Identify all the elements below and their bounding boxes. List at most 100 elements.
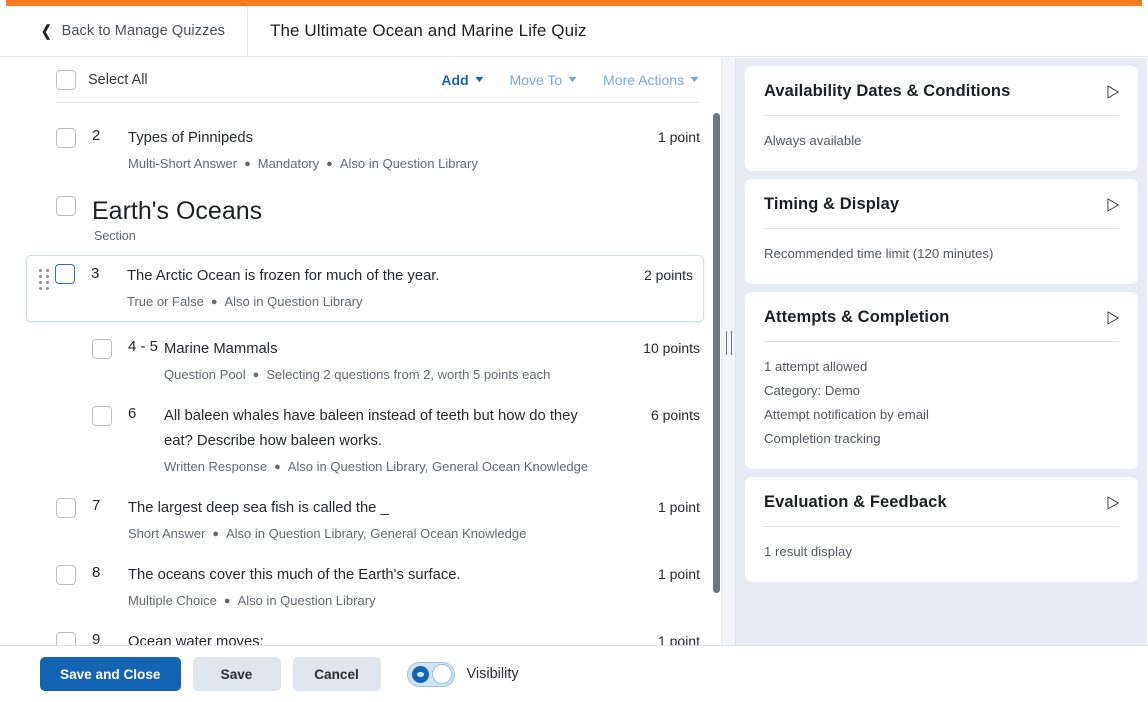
question-number: 9 <box>92 631 101 645</box>
quiz-editor-page: ❮ Back to Manage Quizzes The Ultimate Oc… <box>0 0 1148 702</box>
toolbar-actions: Add ▼ Move To ▼ More Actions ▼ <box>441 72 701 88</box>
question-checkbox[interactable] <box>56 128 76 148</box>
settings-panel-line: 1 attempt allowed <box>764 359 868 374</box>
question-title[interactable]: Marine Mammals <box>164 337 600 362</box>
visibility-label: Visibility <box>466 666 519 682</box>
question-checkbox[interactable] <box>92 339 112 359</box>
question-title[interactable]: The oceans cover this much of the Earth'… <box>128 563 600 588</box>
settings-panel-header[interactable]: Evaluation & Feedback ▷ <box>764 493 1119 512</box>
page-title: The Ultimate Ocean and Marine Life Quiz <box>269 21 587 40</box>
question-checkbox[interactable] <box>56 632 76 645</box>
question-title[interactable]: The Arctic Ocean is frozen for much of t… <box>127 264 593 289</box>
visibility-toggle[interactable] <box>406 661 455 687</box>
question-main: Marine Mammals Question Pool ● Selecting 2 … <box>164 337 616 385</box>
chevron-right-icon[interactable]: ▷ <box>1107 196 1119 213</box>
action-footer: Save and Close Save Cancel Visibility <box>0 645 1148 702</box>
question-meta-part: Also in Question Library, General Ocean … <box>225 526 527 541</box>
question-meta: Written Response ● Also in Question Librar… <box>164 457 600 477</box>
save-and-close-button[interactable]: Save and Close <box>40 657 181 691</box>
question-meta: Question Pool ● Selecting 2 questions from… <box>164 365 600 385</box>
splitter-grip-icon <box>726 331 732 355</box>
question-checkbox[interactable] <box>92 406 112 426</box>
settings-panel: Availability Dates & Conditions ▷ Always a… <box>745 66 1138 171</box>
question-checkbox[interactable] <box>56 498 76 518</box>
settings-panel-header[interactable]: Attempts & Completion ▷ <box>764 308 1119 327</box>
section-checkbox[interactable] <box>56 196 76 216</box>
question-meta-part: Also in Question Library <box>339 156 478 171</box>
quiz-settings-sidebar: Availability Dates & Conditions ▷ Always a… <box>736 58 1147 645</box>
eye-icon <box>411 666 429 683</box>
question-meta-part: Also in Question Library, General Ocean … <box>287 459 589 474</box>
settings-panel-header[interactable]: Timing & Display ▷ <box>764 195 1119 214</box>
question-meta-part: Also in Question Library <box>237 593 376 608</box>
question-checkbox[interactable] <box>56 565 76 585</box>
question-title[interactable]: Ocean water moves: <box>128 630 600 645</box>
question-main: Types of Pinnipeds Multi-Short Answer ● Man… <box>128 126 616 174</box>
question-row[interactable]: 8 The oceans cover this much of the Earth… <box>56 554 700 621</box>
section-title: Earth's Oceans <box>92 197 263 225</box>
question-points: 1 point <box>657 566 700 582</box>
question-list-scroll-area[interactable]: 2 Types of Pinnipeds Multi-Short Answer ● Ma… <box>0 103 721 645</box>
section-body: Earth's Oceans Section <box>76 196 262 243</box>
more-actions-menu-button[interactable]: More Actions ▼ <box>603 72 701 88</box>
toggle-knob <box>431 664 452 684</box>
drag-handle-icon[interactable] <box>33 264 55 290</box>
select-all-checkbox[interactable] <box>56 70 76 90</box>
question-points: 2 points <box>643 267 693 283</box>
question-meta-part: True or False <box>127 294 204 309</box>
visibility-toggle-control[interactable]: Visibility <box>406 661 519 687</box>
meta-separator: ● <box>210 296 218 308</box>
question-number: 2 <box>92 127 101 144</box>
pane-splitter[interactable] <box>722 58 736 645</box>
save-button[interactable]: Save <box>192 657 281 691</box>
question-meta: Multiple Choice ● Also in Question Library <box>128 591 600 611</box>
question-meta-part: Also in Question Library <box>224 294 363 309</box>
chevron-right-icon[interactable]: ▷ <box>1107 83 1119 100</box>
question-main: The oceans cover this much of the Earth'… <box>128 563 616 611</box>
back-to-manage-quizzes-button[interactable]: ❮ Back to Manage Quizzes <box>0 6 248 56</box>
question-meta: Multi-Short Answer ● Mandatory ● Also in Que… <box>128 154 600 174</box>
add-menu-button[interactable]: Add ▼ <box>441 72 485 88</box>
meta-separator: ● <box>274 461 281 473</box>
question-title[interactable]: All baleen whales have baleen instead of… <box>164 404 600 454</box>
question-meta-part: Question Pool <box>164 367 246 382</box>
question-list-scrollbar[interactable] <box>713 113 720 593</box>
move-to-menu-button[interactable]: Move To ▼ <box>509 72 580 88</box>
question-title[interactable]: The largest deep sea fish is called the … <box>128 496 600 521</box>
question-number: 7 <box>92 497 101 514</box>
question-row[interactable]: 6 All baleen whales have baleen instead o… <box>56 395 700 487</box>
back-button-label: Back to Manage Quizzes <box>61 23 225 39</box>
question-row[interactable]: 4 - 5 Marine Mammals Question Pool ● Selecti… <box>56 328 700 395</box>
question-points: 1 point <box>657 633 700 645</box>
question-meta-part: Short Answer <box>128 526 206 541</box>
question-main: Ocean water moves: <box>128 630 616 645</box>
question-title[interactable]: Types of Pinnipeds <box>128 126 600 151</box>
settings-panel-line: Always available <box>764 133 862 148</box>
question-row[interactable]: 2 Types of Pinnipeds Multi-Short Answer ● Ma… <box>56 117 700 184</box>
cancel-button[interactable]: Cancel <box>292 657 381 691</box>
select-all-control[interactable]: Select All <box>56 70 148 90</box>
chevron-right-icon[interactable]: ▷ <box>1107 494 1119 511</box>
question-main: The largest deep sea fish is called the … <box>128 496 616 544</box>
settings-panel-body: Recommended time limit (120 minutes) <box>764 229 1119 266</box>
question-checkbox[interactable] <box>55 264 75 284</box>
page-header: ❮ Back to Manage Quizzes The Ultimate Oc… <box>0 6 1148 57</box>
move-to-menu-label: Move To <box>509 72 563 88</box>
question-number: 3 <box>91 265 100 282</box>
settings-panel: Timing & Display ▷ Recommended time limit … <box>745 179 1138 284</box>
question-meta-part: Multi-Short Answer <box>128 156 238 171</box>
question-list: 2 Types of Pinnipeds Multi-Short Answer ● Ma… <box>0 103 721 645</box>
settings-panel-line: 1 result display <box>764 544 852 559</box>
question-row[interactable]: 9 Ocean water moves: 1 point <box>56 621 700 645</box>
settings-panel-header[interactable]: Availability Dates & Conditions ▷ <box>764 82 1119 101</box>
settings-panel-title: Timing & Display <box>764 195 900 213</box>
settings-panel-title: Attempts & Completion <box>764 308 950 326</box>
question-list-pane: Select All Add ▼ Move To ▼ More Actions … <box>0 58 722 645</box>
question-row-selected[interactable]: 3 The Arctic Ocean is frozen for much of … <box>26 255 704 322</box>
chevron-right-icon[interactable]: ▷ <box>1107 309 1119 326</box>
question-row[interactable]: 7 The largest deep sea fish is called the… <box>56 487 700 554</box>
settings-panel-title: Evaluation & Feedback <box>764 493 947 511</box>
section-header-row: Earth's Oceans Section <box>56 184 700 251</box>
chevron-down-icon: ▼ <box>565 73 580 84</box>
meta-separator: ● <box>212 528 219 540</box>
